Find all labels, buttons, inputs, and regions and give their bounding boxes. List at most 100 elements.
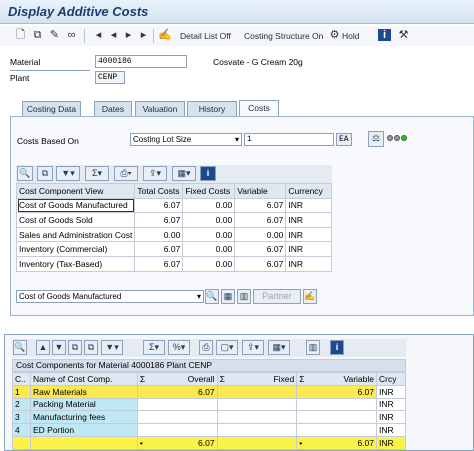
tab-dates[interactable]: Dates (94, 101, 132, 116)
plant-field[interactable]: CENP (95, 71, 125, 84)
table-row[interactable]: Cost of Goods Sold 6.07 0.00 6.07 INR (15, 212, 332, 228)
tab-history[interactable]: History (187, 101, 237, 116)
details-icon[interactable]: 🔍 (13, 340, 27, 355)
column-header[interactable]: Total Costs (134, 183, 184, 199)
tab-costs[interactable]: Costs (239, 100, 279, 116)
table-row[interactable]: Inventory (Tax-Based) 6.07 0.00 6.07 INR (15, 255, 332, 272)
layout-icon[interactable]: ▦▾ (268, 340, 290, 355)
costs-based-on-dropdown[interactable]: Costing Lot Size ▾ (130, 133, 242, 146)
chart-icon[interactable]: ▥ (237, 289, 251, 304)
column-header[interactable]: Name of Cost Comp. (29, 372, 138, 386)
lot-size-field[interactable]: 1 (244, 133, 334, 146)
cell[interactable]: Inventory (Tax-Based) (15, 255, 136, 272)
table-row[interactable]: Cost of Goods Manufactured 6.07 0.00 6.0… (15, 197, 332, 214)
filter-icon[interactable]: ▼▾ (101, 340, 123, 355)
previous-page-icon[interactable]: ◂ (107, 29, 120, 41)
column-header[interactable]: Cost Component View (15, 183, 136, 199)
views-icon[interactable]: ▢▾ (216, 340, 238, 355)
cell: 0.00 (182, 212, 236, 228)
info-icon[interactable]: i (200, 166, 216, 181)
hold-icon[interactable]: ⚙ (328, 29, 341, 41)
cell: INR (376, 410, 406, 425)
find-icon[interactable]: ⧉ (68, 340, 82, 355)
cell[interactable]: Inventory (Commercial) (15, 241, 136, 257)
sum-icon[interactable]: Σ▾ (85, 166, 109, 181)
sort-ascending-icon[interactable]: ▲ (36, 340, 50, 355)
cell: INR (285, 212, 332, 228)
cell[interactable]: ED Portion (29, 423, 138, 437)
grid-view-icon[interactable]: ▦ (221, 289, 235, 304)
cell: INR (376, 423, 406, 437)
export-icon[interactable]: ⇪▾ (242, 340, 264, 355)
cell: 6.07 (136, 384, 218, 399)
cell[interactable]: Cost of Goods Manufactured (15, 197, 136, 214)
total-overall-cell: • 6.07 (136, 435, 218, 450)
hold-button[interactable]: Hold (342, 29, 359, 43)
table-row[interactable]: 2 Packing Material INR (12, 397, 406, 412)
cell: 6.07 (234, 197, 287, 214)
form-edit-icon[interactable]: ✍ (158, 29, 172, 41)
cell (136, 397, 218, 412)
cell[interactable]: Manufacturing fees (29, 410, 138, 425)
last-page-icon[interactable]: ▸ (137, 29, 150, 41)
table-row[interactable]: 1 Raw Materials 6.07 6.07 INR (12, 384, 406, 399)
table-row[interactable]: 4 ED Portion INR (12, 423, 406, 437)
partner-button[interactable]: Partner (253, 289, 301, 304)
table-header-row: C.. Name of Cost Comp. Σ Overall Σ Fixed Σ… (12, 372, 406, 386)
layout-icon[interactable]: ▦▾ (172, 166, 196, 181)
edit-icon[interactable]: ✍ (303, 289, 317, 304)
column-header[interactable]: Σ Overall (136, 372, 218, 386)
edit-pencil-icon[interactable]: ✎ (48, 29, 61, 41)
sort-descending-icon[interactable]: ▼ (52, 340, 66, 355)
cell (216, 397, 298, 412)
print-icon[interactable]: ⎙▾ (114, 166, 138, 181)
next-page-icon[interactable]: ▸ (122, 29, 135, 41)
first-page-icon[interactable]: ◂ (92, 29, 105, 41)
status-traffic-light-icon (387, 135, 409, 143)
column-header[interactable]: Σ Variable (296, 372, 377, 386)
cell: INR (285, 255, 332, 272)
filter-icon[interactable]: ▼▾ (56, 166, 80, 181)
find-icon[interactable]: ⧉ (37, 166, 53, 181)
cost-view-dropdown[interactable]: Cost of Goods Manufactured ▾ (16, 290, 204, 303)
costing-action-icon[interactable]: ⚖ (368, 131, 384, 147)
tab-valuation[interactable]: Valuation (135, 101, 185, 116)
cell (296, 397, 377, 412)
settings-icon[interactable]: ⚒ (397, 29, 410, 41)
toolbar-separator (84, 29, 85, 43)
display-glasses-icon[interactable]: ∞ (65, 29, 78, 41)
table-row[interactable]: 3 Manufacturing fees INR (12, 410, 406, 425)
column-header[interactable]: Currency (285, 183, 332, 199)
cost-component-view-table: Cost Component View Total Costs Fixed Co… (15, 183, 332, 272)
column-header[interactable]: C.. (12, 372, 31, 386)
sum-icon[interactable]: Σ▾ (143, 340, 165, 355)
subtotal-icon[interactable]: %▾ (168, 340, 190, 355)
info-icon[interactable]: i (378, 29, 391, 41)
export-icon[interactable]: ⇪▾ (143, 166, 167, 181)
table-row[interactable]: Inventory (Commercial) 6.07 0.00 6.07 IN… (15, 241, 332, 257)
find-next-icon[interactable]: ⧉ (84, 340, 98, 355)
column-header[interactable]: Fixed Costs (182, 183, 236, 199)
new-document-icon[interactable]: 🗋 (14, 29, 27, 41)
column-header[interactable]: Variable (234, 183, 287, 199)
search-icon[interactable]: 🔍 (205, 289, 219, 304)
costing-structure-on-button[interactable]: Costing Structure On (244, 29, 323, 43)
material-field[interactable]: 4000186 (95, 55, 187, 68)
copy-icon[interactable]: ⧉ (31, 29, 44, 41)
cell (216, 384, 298, 399)
cell[interactable]: Cost of Goods Sold (15, 212, 136, 228)
print-icon[interactable]: ⎙ (199, 340, 213, 355)
table-row[interactable]: Sales and Administration Cost 0.00 0.00 … (15, 226, 332, 243)
cell (216, 410, 298, 425)
graphic-icon[interactable]: ▥ (306, 340, 320, 355)
tab-costing-data[interactable]: Costing Data (22, 101, 81, 116)
details-icon[interactable]: 🔍 (17, 166, 33, 181)
material-label: Material (10, 57, 41, 67)
cell[interactable]: Raw Materials (29, 384, 138, 399)
column-header[interactable]: Crcy (376, 372, 406, 386)
detail-list-off-button[interactable]: Detail List Off (180, 29, 231, 43)
cell[interactable]: Packing Material (29, 397, 138, 412)
info-icon[interactable]: i (330, 340, 344, 355)
column-header[interactable]: Σ Fixed (216, 372, 298, 386)
cell[interactable]: Sales and Administration Cost (15, 226, 136, 243)
